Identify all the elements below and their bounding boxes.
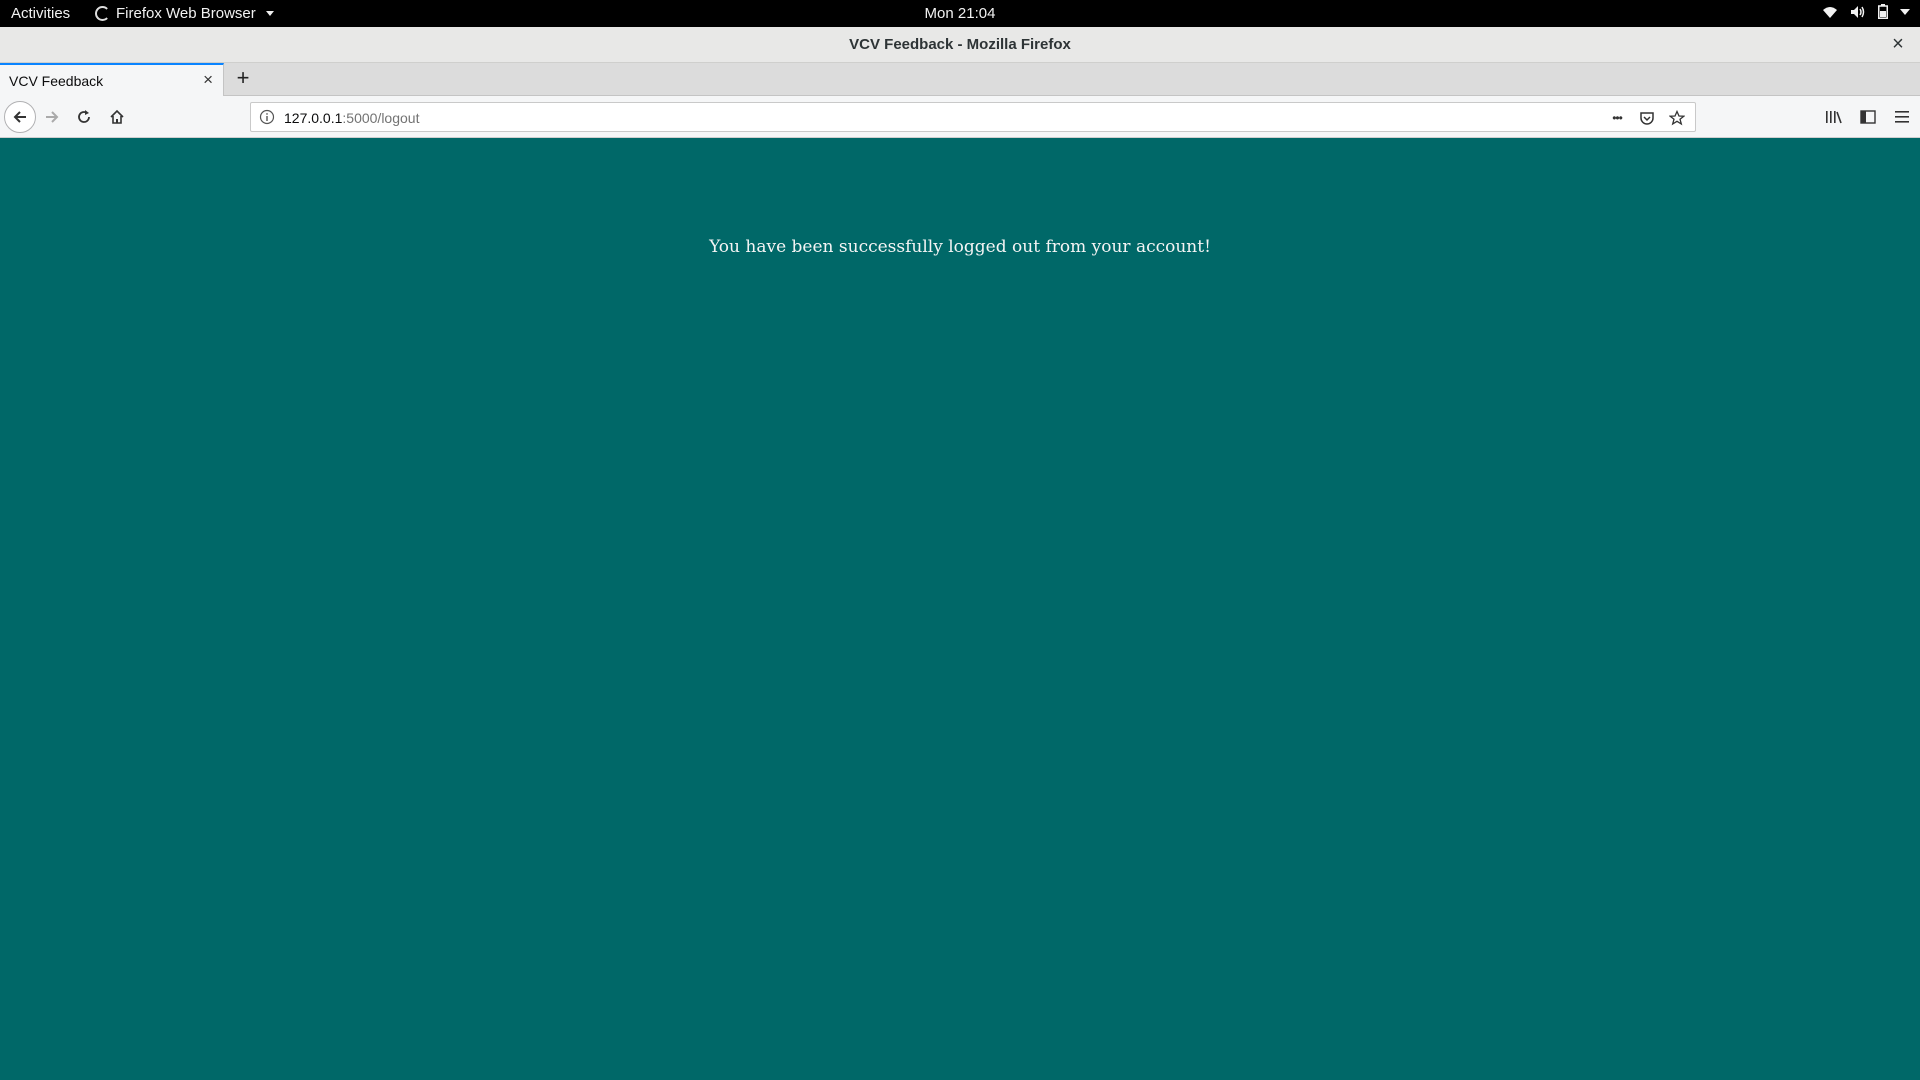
app-menu[interactable]: Firefox Web Browser [95, 5, 274, 22]
forward-arrow-icon [46, 111, 59, 123]
wifi-icon [1822, 5, 1838, 19]
url-host: 127.0.0.1 [284, 110, 343, 126]
firefox-icon [95, 6, 110, 21]
url-bar[interactable]: 127.0.0.1:5000/logout ••• [250, 102, 1696, 132]
new-tab-button[interactable]: + [230, 66, 256, 92]
window-title-bar: VCV Feedback - Mozilla Firefox × [0, 27, 1920, 63]
tab-strip: VCV Feedback × + [0, 63, 1920, 96]
tab-vcv-feedback[interactable]: VCV Feedback × [0, 63, 224, 96]
reload-icon [78, 110, 90, 123]
forward-button[interactable] [38, 103, 66, 131]
activities-button[interactable]: Activities [11, 5, 70, 22]
page-action-icons: ••• [1607, 108, 1687, 128]
window-title: VCV Feedback - Mozilla Firefox [849, 36, 1071, 53]
logout-message: You have been successfully logged out fr… [709, 237, 1211, 257]
system-tray[interactable] [1822, 4, 1910, 19]
home-icon [110, 109, 124, 124]
app-menu-label: Firefox Web Browser [116, 5, 256, 22]
home-button[interactable] [103, 103, 131, 131]
battery-icon [1878, 4, 1888, 19]
clock[interactable]: Mon 21:04 [0, 5, 1920, 22]
back-button[interactable] [4, 101, 36, 133]
back-arrow-icon [13, 111, 26, 123]
chevron-down-icon [265, 11, 274, 16]
window-close-button[interactable]: × [1888, 34, 1908, 54]
navigation-toolbar: 127.0.0.1:5000/logout ••• [0, 96, 1920, 138]
bookmark-star-icon[interactable] [1667, 108, 1687, 128]
page-content: You have been successfully logged out fr… [0, 138, 1920, 1080]
site-info-icon[interactable] [259, 109, 275, 125]
tab-close-button[interactable]: × [203, 70, 213, 90]
chevron-down-icon [1900, 8, 1910, 15]
tab-label: VCV Feedback [9, 73, 104, 89]
volume-icon [1850, 5, 1866, 19]
toolbar-icons [1824, 107, 1912, 127]
url-text: 127.0.0.1:5000/logout [284, 110, 419, 126]
gnome-top-bar: Activities Firefox Web Browser Mon 21:04 [0, 0, 1920, 27]
sidebar-toggle-icon[interactable] [1858, 107, 1878, 127]
url-path: :5000/logout [342, 110, 420, 126]
reload-button[interactable] [70, 103, 98, 131]
library-icon[interactable] [1824, 107, 1844, 127]
hamburger-menu-icon[interactable] [1892, 107, 1912, 127]
page-actions-menu-icon[interactable]: ••• [1607, 108, 1627, 128]
pocket-icon[interactable] [1637, 108, 1657, 128]
